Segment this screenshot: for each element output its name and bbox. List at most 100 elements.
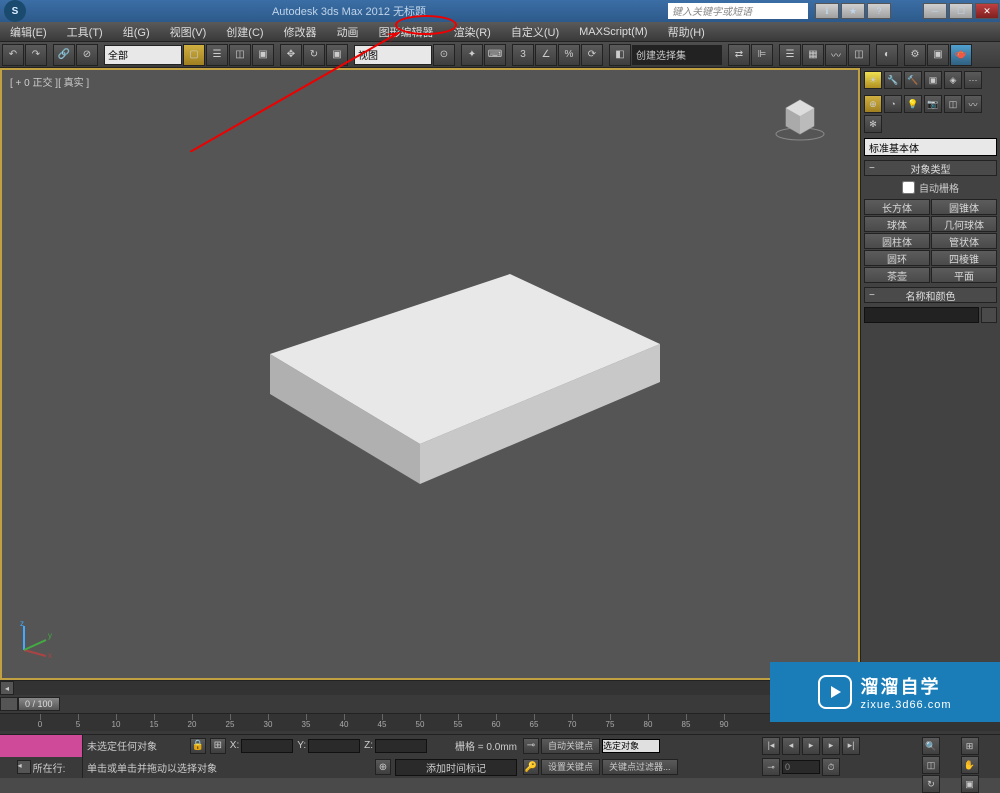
menu-graph[interactable]: 图形编辑器 [369, 24, 444, 40]
util-icon[interactable]: ◈ [944, 71, 962, 89]
graphite-button[interactable]: ▦ [802, 44, 824, 66]
cameras-tab[interactable]: 📷 [924, 95, 942, 113]
next-frame-button[interactable]: ▸ [822, 737, 840, 755]
manipulate-button[interactable]: ✦ [461, 44, 483, 66]
shapes-tab[interactable]: ◔ [884, 95, 902, 113]
menu-help[interactable]: 帮助(H) [658, 24, 715, 40]
transform-mode-icon[interactable]: ⊞ [210, 738, 226, 754]
setkey-button[interactable]: 设置关键点 [541, 759, 600, 775]
rendered-frame-button[interactable]: ▣ [927, 44, 949, 66]
viewcube[interactable] [772, 88, 828, 144]
menu-customize[interactable]: 自定义(U) [501, 24, 569, 40]
autokey-button[interactable]: 自动关键点 [541, 738, 600, 754]
btn-cylinder[interactable]: 圆柱体 [864, 233, 930, 249]
select-button[interactable]: ▢ [183, 44, 205, 66]
percent-snap-button[interactable]: % [558, 44, 580, 66]
link-button[interactable]: 🔗 [53, 44, 75, 66]
select-region-button[interactable]: ◫ [229, 44, 251, 66]
x-input[interactable] [241, 739, 293, 753]
btn-plane[interactable]: 平面 [931, 267, 997, 283]
btn-box[interactable]: 长方体 [864, 199, 930, 215]
minimize-button[interactable]: ─ [923, 3, 947, 19]
script-toggle[interactable]: ◂ [17, 760, 31, 774]
unlink-button[interactable]: ⊘ [76, 44, 98, 66]
window-crossing-button[interactable]: ▣ [252, 44, 274, 66]
nav-orbit-icon[interactable]: ↻ [922, 775, 940, 793]
menu-create[interactable]: 创建(C) [216, 24, 273, 40]
viewport[interactable]: [ + 0 正交 ][ 真实 ] z x y [0, 68, 860, 680]
object-color-swatch[interactable] [981, 307, 997, 323]
key-mode-button[interactable]: ⊸ [762, 758, 780, 776]
undo-button[interactable]: ↶ [2, 44, 24, 66]
schematic-button[interactable]: ◫ [848, 44, 870, 66]
key-set-icon[interactable]: ⊸ [523, 738, 539, 754]
named-sel-button[interactable]: ◧ [609, 44, 631, 66]
menu-tools[interactable]: 工具(T) [57, 24, 113, 40]
object-name-input[interactable] [864, 307, 979, 323]
btn-sphere[interactable]: 球体 [864, 216, 930, 232]
viewport-label[interactable]: [ + 0 正交 ][ 真实 ] [10, 74, 89, 89]
nav-pan-icon[interactable]: ✋ [961, 756, 979, 774]
menu-group[interactable]: 组(G) [113, 24, 160, 40]
time-config-icon[interactable] [0, 697, 18, 711]
btn-geosphere[interactable]: 几何球体 [931, 216, 997, 232]
y-input[interactable] [308, 739, 360, 753]
current-frame-input[interactable] [782, 760, 820, 774]
nav-fov-icon[interactable]: ◫ [922, 756, 940, 774]
time-tag-icon[interactable]: ⊕ [375, 759, 391, 775]
create-tab[interactable]: ⊕ [864, 95, 882, 113]
btn-cone[interactable]: 圆锥体 [931, 199, 997, 215]
move-button[interactable]: ✥ [280, 44, 302, 66]
layer-button[interactable]: ☰ [779, 44, 801, 66]
angle-snap-button[interactable]: ∠ [535, 44, 557, 66]
space-warps-tab[interactable]: 〰 [964, 95, 982, 113]
script-mini-listener[interactable] [0, 735, 82, 757]
rollout-name-color[interactable]: 名称和颜色 [864, 287, 997, 303]
curve-editor-button[interactable]: 〰 [825, 44, 847, 66]
tool-icon[interactable]: 🔧 [884, 71, 902, 89]
autogrid-checkbox[interactable] [902, 181, 915, 194]
nav-zoomall-icon[interactable]: ⊞ [961, 737, 979, 755]
more-icon[interactable]: ⋯ [964, 71, 982, 89]
star-icon[interactable]: ★ [841, 3, 865, 19]
snap-button[interactable]: 3 [512, 44, 534, 66]
btn-torus[interactable]: 圆环 [864, 250, 930, 266]
named-selection-dropdown[interactable] [632, 45, 722, 65]
goto-end-button[interactable]: ▸| [842, 737, 860, 755]
render-button[interactable]: 🫖 [950, 44, 972, 66]
frame-indicator[interactable]: 0 / 100 [18, 697, 60, 711]
z-input[interactable] [375, 739, 427, 753]
keyboard-button[interactable]: ⌨ [484, 44, 506, 66]
keyfilter-button[interactable]: 关键点过滤器... [602, 759, 678, 775]
btn-pyramid[interactable]: 四棱锥 [931, 250, 997, 266]
mirror-button[interactable]: ⇄ [728, 44, 750, 66]
scroll-left-button[interactable]: ◂ [0, 681, 14, 695]
spinner-snap-button[interactable]: ⟳ [581, 44, 603, 66]
prev-frame-button[interactable]: ◂ [782, 737, 800, 755]
align-button[interactable]: ⊫ [751, 44, 773, 66]
display-icon[interactable]: ▣ [924, 71, 942, 89]
rotate-button[interactable]: ↻ [303, 44, 325, 66]
select-name-button[interactable]: ☰ [206, 44, 228, 66]
rollout-object-type[interactable]: 对象类型 [864, 160, 997, 176]
ref-coord-dropdown[interactable] [354, 45, 432, 65]
helpers-tab[interactable]: ◫ [944, 95, 962, 113]
nav-zoom-icon[interactable]: 🔍 [922, 737, 940, 755]
scale-button[interactable]: ▣ [326, 44, 348, 66]
time-config-button[interactable]: ⏱ [822, 758, 840, 776]
redo-button[interactable]: ↷ [25, 44, 47, 66]
selection-filter-dropdown[interactable] [104, 45, 182, 65]
info-icon[interactable]: ℹ [815, 3, 839, 19]
lights-tab[interactable]: 💡 [904, 95, 922, 113]
goto-start-button[interactable]: |◂ [762, 737, 780, 755]
menu-view[interactable]: 视图(V) [160, 24, 217, 40]
menu-maxscript[interactable]: MAXScript(M) [569, 26, 657, 38]
render-setup-button[interactable]: ⚙ [904, 44, 926, 66]
pivot-button[interactable]: ⊙ [433, 44, 455, 66]
close-button[interactable]: ✕ [975, 3, 999, 19]
material-editor-button[interactable]: ◐ [876, 44, 898, 66]
hammer-icon[interactable]: 🔨 [904, 71, 922, 89]
menu-render[interactable]: 渲染(R) [444, 24, 501, 40]
play-button[interactable]: ▸ [802, 737, 820, 755]
btn-tube[interactable]: 管状体 [931, 233, 997, 249]
